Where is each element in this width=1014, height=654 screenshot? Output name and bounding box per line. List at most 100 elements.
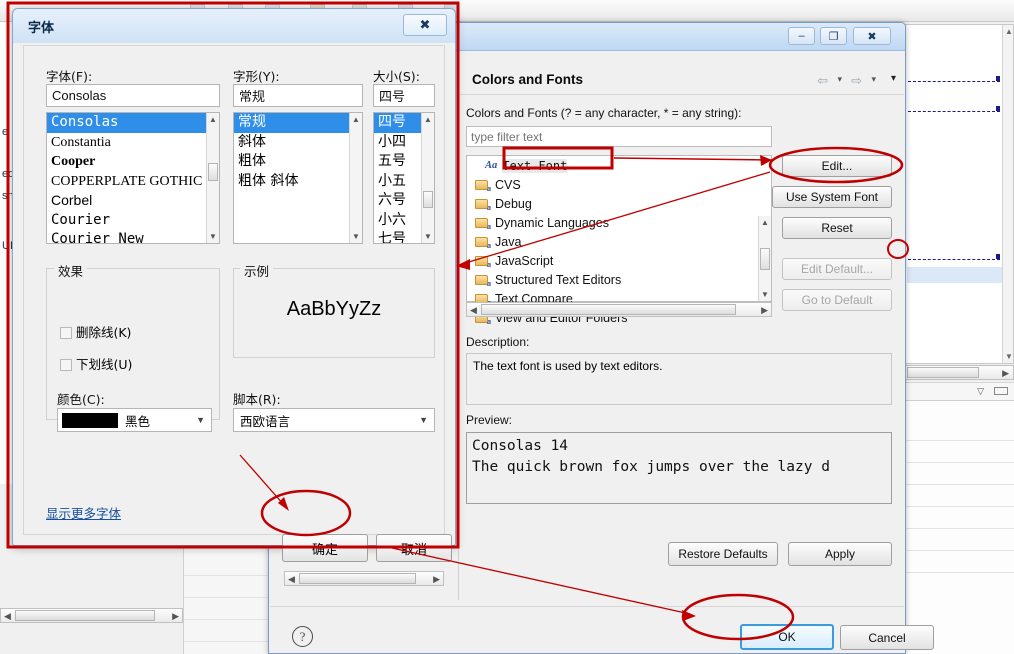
font-style-label: 字形(Y): bbox=[233, 69, 280, 84]
ok-button[interactable]: OK bbox=[740, 624, 834, 650]
cancel-button-cn[interactable]: 取消 bbox=[376, 534, 452, 562]
edit-button[interactable]: Edit... bbox=[782, 155, 892, 177]
color-combobox[interactable]: 黑色 ▼ bbox=[57, 408, 212, 432]
font-list-item[interactable]: Courier bbox=[47, 211, 219, 231]
reset-button[interactable]: Reset bbox=[782, 217, 892, 239]
filter-input[interactable] bbox=[466, 126, 772, 147]
description-label: Description: bbox=[466, 335, 530, 349]
close-button[interactable]: ✖ bbox=[853, 27, 891, 45]
back-menu-icon[interactable]: ▾ bbox=[837, 74, 842, 85]
show-more-fonts-link[interactable]: 显示更多字体 bbox=[46, 503, 121, 522]
script-label: 脚本(R): bbox=[233, 392, 281, 407]
bottom-view-tabbar[interactable]: ▽ bbox=[905, 382, 1014, 400]
preview-label: Preview: bbox=[466, 413, 513, 427]
tree-item-label: Java bbox=[495, 234, 522, 249]
effects-group-title: 效果 bbox=[54, 261, 88, 280]
script-value: 西欧语言 bbox=[240, 413, 291, 429]
font-list-item[interactable]: Constantia bbox=[47, 133, 219, 153]
tree-item-label: Text Font bbox=[502, 158, 568, 173]
font-dialog-title: 字体 bbox=[28, 21, 55, 36]
tree-item-dynamic-languages[interactable]: a Dynamic Languages bbox=[467, 213, 771, 232]
script-combobox[interactable]: 西欧语言 ▼ bbox=[233, 408, 435, 432]
underline-label: 下划线(U) bbox=[75, 357, 133, 372]
size-list-vscrollbar[interactable]: ▲ ▼ bbox=[421, 113, 434, 243]
font-family-list[interactable]: Consolas Constantia Cooper COPPERPLATE G… bbox=[46, 112, 220, 244]
style-list-item[interactable]: 斜体 bbox=[234, 133, 362, 153]
tree-item-label: Debug bbox=[495, 196, 532, 211]
font-size-label: 大小(S): bbox=[373, 69, 420, 84]
tree-item-javascript[interactable]: a JavaScript bbox=[467, 251, 771, 270]
maximize-button[interactable]: ❐ bbox=[820, 27, 847, 45]
forward-icon[interactable]: ⇨ bbox=[851, 73, 862, 89]
font-style-list[interactable]: 常规 斜体 粗体 粗体 斜体 ▲ ▼ bbox=[233, 112, 363, 244]
font-list-item[interactable]: Consolas bbox=[47, 113, 219, 133]
use-system-font-button[interactable]: Use System Font bbox=[772, 186, 892, 208]
edit-default-button: Edit Default... bbox=[782, 258, 892, 280]
confirm-button[interactable]: 确定 bbox=[282, 534, 368, 562]
folder-font-icon: a bbox=[475, 273, 491, 288]
font-family-input[interactable] bbox=[46, 84, 220, 107]
color-label: 颜色(C): bbox=[57, 392, 105, 407]
underline-checkbox-row[interactable]: 下划线(U) bbox=[60, 354, 132, 373]
apply-button[interactable]: Apply bbox=[788, 542, 892, 566]
chevron-down-icon[interactable]: ▼ bbox=[196, 415, 205, 425]
forward-menu-icon[interactable]: ▾ bbox=[871, 74, 876, 85]
style-list-vscrollbar[interactable]: ▲ ▼ bbox=[349, 113, 362, 243]
strikeout-checkbox[interactable] bbox=[60, 327, 72, 339]
colors-and-fonts-tree[interactable]: Aa Text Font a CVS a Debug a Dynamic Lan… bbox=[466, 155, 772, 326]
sample-text: AaBbYyZz bbox=[286, 298, 382, 320]
font-size-list[interactable]: 四号 小四 五号 小五 六号 小六 七号 ▲ ▼ bbox=[373, 112, 435, 244]
filter-label: Colors and Fonts (? = any character, * =… bbox=[466, 106, 742, 120]
tree-item-structured-text-editors[interactable]: a Structured Text Editors bbox=[467, 270, 771, 289]
tree-item-debug[interactable]: a Debug bbox=[467, 194, 771, 213]
font-dialog-titlebar[interactable]: 字体 ✖ bbox=[13, 9, 455, 43]
font-dialog-close-button[interactable]: ✖ bbox=[403, 14, 447, 36]
style-list-item[interactable]: 粗体 bbox=[234, 152, 362, 172]
sample-group-title: 示例 bbox=[240, 261, 274, 280]
font-list-item[interactable]: Corbel bbox=[47, 191, 219, 211]
tree-vscrollbar[interactable]: ▲ ▼ bbox=[758, 216, 771, 301]
view-menu-icon[interactable]: ▾ bbox=[891, 73, 896, 84]
chevron-down-icon[interactable]: ▼ bbox=[419, 415, 428, 425]
underline-checkbox[interactable] bbox=[60, 359, 72, 371]
editor-hscrollbar[interactable]: ▶ bbox=[905, 365, 1014, 380]
tree-item-label: JavaScript bbox=[495, 253, 554, 268]
font-chooser-dialog: 字体 ✖ 字体(F): 字形(Y): 大小(S): Consolas Const… bbox=[12, 8, 456, 562]
font-family-label: 字体(F): bbox=[46, 69, 93, 84]
font-style-input[interactable] bbox=[233, 84, 363, 107]
strikeout-label: 删除线(K) bbox=[75, 325, 132, 340]
preview-line-1: Consolas 14 bbox=[472, 438, 569, 454]
cancel-button[interactable]: Cancel bbox=[840, 625, 934, 650]
go-to-default-button: Go to Default bbox=[782, 289, 892, 311]
font-list-item[interactable]: Courier New bbox=[47, 230, 219, 243]
tree-item-java[interactable]: a Java bbox=[467, 232, 771, 251]
back-icon[interactable]: ⇦ bbox=[817, 73, 828, 89]
help-icon[interactable]: ? bbox=[292, 626, 313, 647]
color-swatch bbox=[62, 412, 118, 428]
bottom-view-body bbox=[905, 400, 1014, 654]
folder-font-icon: a bbox=[475, 178, 491, 193]
font-list-vscrollbar[interactable]: ▲ ▼ bbox=[206, 113, 219, 243]
font-list-item[interactable]: COPPERPLATE GOTHIC bbox=[47, 172, 219, 192]
preview-box: Consolas 14 The quick brown fox jumps ov… bbox=[466, 432, 892, 504]
aa-font-icon: Aa bbox=[485, 160, 498, 171]
font-list-item[interactable]: Cooper bbox=[47, 152, 219, 172]
restore-defaults-button[interactable]: Restore Defaults bbox=[668, 542, 778, 566]
tree-item-text-font[interactable]: Aa Text Font bbox=[467, 156, 771, 175]
folder-font-icon: a bbox=[475, 216, 491, 231]
bg-fragment-0: e bbox=[2, 126, 9, 138]
style-list-item[interactable]: 常规 bbox=[234, 113, 362, 133]
tree-hscrollbar[interactable]: ◀ ▶ bbox=[466, 302, 772, 317]
minimize-button[interactable]: – bbox=[788, 27, 815, 45]
folder-font-icon: a bbox=[475, 235, 491, 250]
editor-vscrollbar[interactable]: ▲ ▼ bbox=[1002, 25, 1013, 363]
folder-font-icon: a bbox=[475, 197, 491, 212]
prefs-content-panel: Colors and Fonts ⇦ ▾ ⇨ ▾ ▾ Colors and Fo… bbox=[460, 52, 904, 600]
style-list-item[interactable]: 粗体 斜体 bbox=[234, 172, 362, 192]
color-value: 黑色 bbox=[125, 413, 151, 429]
left-panel-hscrollbar[interactable]: ◀ ▶ bbox=[0, 608, 183, 623]
tree-item-cvs[interactable]: a CVS bbox=[467, 175, 771, 194]
strikeout-checkbox-row[interactable]: 删除线(K) bbox=[60, 322, 131, 341]
prefs-tree-hscrollbar[interactable]: ◀ ▶ bbox=[284, 571, 444, 586]
font-size-input[interactable] bbox=[373, 84, 435, 107]
